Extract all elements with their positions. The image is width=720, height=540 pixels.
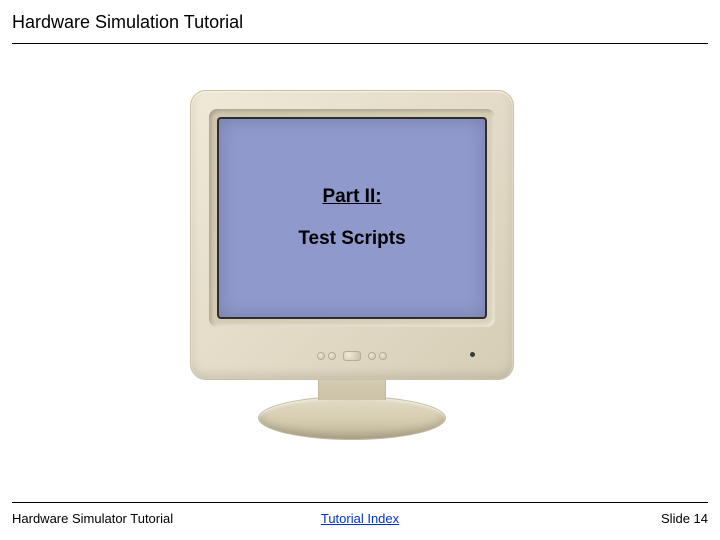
monitor-knob-icon <box>328 352 336 360</box>
monitor-knob-icon <box>317 352 325 360</box>
monitor-button-cluster-icon <box>343 351 361 361</box>
header-divider <box>12 43 708 44</box>
slide-header: Hardware Simulation Tutorial <box>12 12 708 44</box>
monitor-button-row <box>317 351 387 361</box>
slide-footer: Hardware Simulator Tutorial Tutorial Ind… <box>12 502 708 526</box>
monitor-power-led-icon <box>470 352 475 357</box>
section-subtitle: Test Scripts <box>298 228 405 250</box>
slide: Hardware Simulation Tutorial Part II: Te… <box>0 0 720 540</box>
monitor-knob-icon <box>368 352 376 360</box>
monitor-knob-icon <box>379 352 387 360</box>
monitor-base <box>258 396 446 440</box>
footer-divider <box>12 502 708 503</box>
section-part-label: Part II: <box>322 186 381 208</box>
monitor-screen: Part II: Test Scripts <box>217 117 487 319</box>
monitor-bezel: Part II: Test Scripts <box>190 90 514 380</box>
tutorial-index-link[interactable]: Tutorial Index <box>321 511 399 526</box>
monitor-illustration: Part II: Test Scripts <box>190 90 514 470</box>
page-title: Hardware Simulation Tutorial <box>12 12 708 41</box>
footer-center: Tutorial Index <box>12 511 708 526</box>
footer-row: Hardware Simulator Tutorial Tutorial Ind… <box>12 511 708 526</box>
